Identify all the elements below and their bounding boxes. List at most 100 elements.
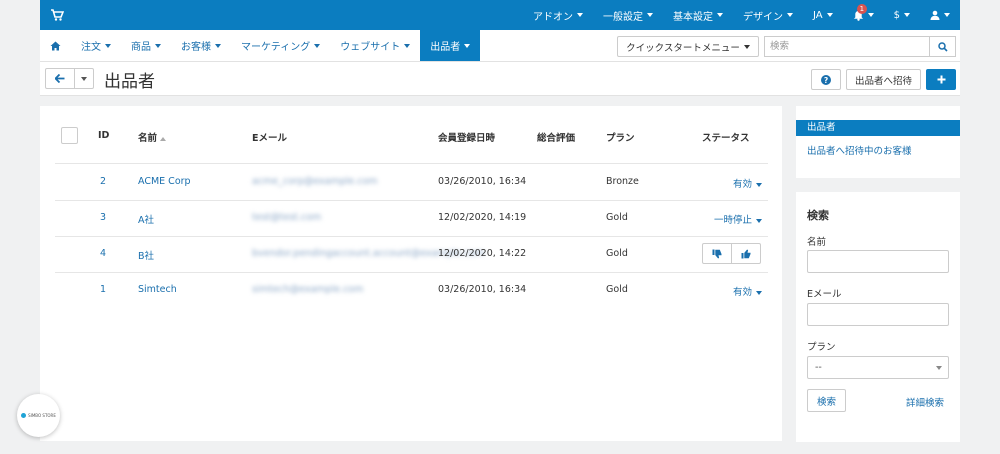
caret-down-icon [756,290,762,295]
caret-down-icon [577,13,583,17]
svg-text:?: ? [824,76,828,85]
nav-marketing[interactable]: マーケティング [231,30,330,61]
column-header-email[interactable]: Eメール [252,130,287,144]
back-history-dropdown[interactable] [74,68,94,89]
top-menu-settings[interactable]: 基本設定 [663,0,733,30]
top-menu-label: 一般設定 [603,11,643,23]
status-label: 有効 [732,287,752,298]
vendor-name[interactable]: ACME Corp [138,176,191,187]
user-icon [930,10,940,20]
column-header-status[interactable]: ステータス [702,130,750,144]
cart-icon[interactable] [50,8,64,22]
vendor-email[interactable]: simtech@example.com [252,284,363,295]
back-button[interactable] [45,68,75,89]
vendor-id[interactable]: 3 [100,212,106,223]
select-all-checkbox[interactable] [61,127,78,144]
column-header-id[interactable]: ID [98,130,109,141]
caret-down-icon [756,182,762,187]
sidebar-item-invited-customers[interactable]: 出品者へ招待中のお客様 [807,143,912,157]
notifications-menu[interactable]: 1 [843,0,884,30]
add-vendor-button[interactable] [926,69,956,90]
caret-down-icon [404,43,411,48]
nav-label: 商品 [131,42,151,53]
status-dropdown[interactable]: 一時停止 [714,212,762,226]
vendor-name[interactable]: Simtech [138,284,177,295]
plan-select[interactable]: -- [807,356,949,379]
top-menu-label: 基本設定 [673,11,713,23]
search-icon [937,41,948,52]
column-header-rating[interactable]: 総合評価 [537,130,575,144]
vendor-name[interactable]: A社 [138,212,154,226]
vendor-id[interactable]: 1 [100,284,106,295]
sidebar-item-vendors[interactable]: 出品者 [796,120,960,136]
caret-down-icon [743,44,750,49]
nav-home[interactable] [40,30,71,61]
column-header-plan[interactable]: プラン [606,130,635,144]
caret-down-icon [155,43,161,48]
thumbs-down-icon [712,249,722,258]
caret-down-icon [647,13,653,17]
thumbs-up-icon [741,249,751,258]
status-dropdown[interactable]: 有効 [733,284,762,298]
main-nav: 注文 商品 お客様 マーケティング ウェブサイト 出品者 クイックスタートメニュ… [40,30,960,62]
nav-products[interactable]: 商品 [121,30,171,61]
nav-label: 注文 [81,42,101,53]
logo-mark-icon [21,413,27,418]
nav-website[interactable]: ウェブサイト [330,30,420,61]
caret-down-icon [81,76,87,81]
top-bar: アドオン 一般設定 基本設定 デザイン JA 1 $ [40,0,960,30]
currency-label: $ [893,9,900,21]
vendor-plan: Bronze [606,176,639,187]
caret-down-icon [944,13,950,17]
vendor-email[interactable]: acme_corp@example.com [252,176,378,187]
table-row: 3 A社 test@test.com 12/02/2020, 14:19 Gol… [40,200,782,236]
caret-down-icon [826,13,833,17]
search-button[interactable] [929,36,956,57]
name-field[interactable] [807,250,949,273]
nav-vendors[interactable]: 出品者 [420,30,481,61]
quick-start-menu-button[interactable]: クイックスタートメニュー [617,36,759,57]
name-field-label: 名前 [807,237,827,248]
caret-down-icon [464,43,471,48]
nav-label: お客様 [181,42,211,53]
advanced-search-link[interactable]: 詳細検索 [906,395,944,409]
vendor-registered: 03/26/2010, 16:34 [438,284,527,295]
search-panel: 検索 名前 Eメール プラン -- 検索 詳細検索 [796,192,960,442]
nav-orders[interactable]: 注文 [71,30,121,61]
help-button[interactable]: ? [811,69,841,90]
vendor-registered: 12/02/2020, 14:19 [438,212,527,223]
column-header-name[interactable]: 名前 [138,130,167,144]
vendor-id[interactable]: 2 [100,176,106,187]
invite-vendor-button[interactable]: 出品者へ招待 [846,69,921,90]
search-submit-button[interactable]: 検索 [807,389,846,412]
top-menu-addons[interactable]: アドオン [523,0,593,30]
approve-button[interactable] [732,244,760,263]
email-field[interactable] [807,303,949,326]
status-label: 一時停止 [713,215,752,226]
search-input[interactable] [764,36,929,57]
currency-selector[interactable]: $ [884,0,920,30]
language-selector[interactable]: JA [803,0,843,30]
vendors-table-panel: ID 名前 Eメール 会員登録日時 総合評価 プラン ステータス 2 ACME … [40,106,782,441]
vendor-plan: Gold [606,212,628,223]
disapprove-button[interactable] [703,244,732,263]
plan-field-label: プラン [807,342,836,353]
top-menu-design[interactable]: デザイン [733,0,803,30]
status-dropdown[interactable]: 有効 [733,176,762,190]
vendor-id[interactable]: 4 [100,248,106,259]
vendor-plan: Gold [606,248,628,259]
vendor-email[interactable]: test@test.com [252,212,321,223]
nav-menu: 注文 商品 お客様 マーケティング ウェブサイト 出品者 [40,30,481,61]
caret-down-icon [105,43,111,48]
page-header: 出品者 ? 出品者へ招待 [40,62,960,96]
approval-buttons [702,243,761,264]
user-menu[interactable] [920,0,960,30]
nav-customers[interactable]: お客様 [171,30,231,61]
nav-label: ウェブサイト [340,42,401,53]
top-menu-general[interactable]: 一般設定 [593,0,663,30]
quick-start-label: クイックスタートメニュー [626,42,740,54]
store-logo-badge[interactable]: SIMBO STORE [17,394,60,437]
vendor-name[interactable]: B社 [138,248,154,262]
caret-down-icon [215,43,221,48]
column-header-registered[interactable]: 会員登録日時 [438,130,495,144]
